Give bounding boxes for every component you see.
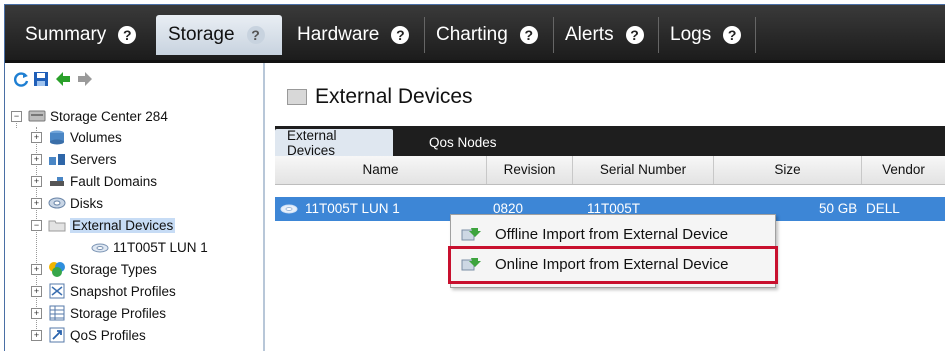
tab-label: Qos Nodes [429, 135, 497, 150]
column-header-serial-number[interactable]: Serial Number [573, 156, 714, 184]
tab-label: External Devices [287, 127, 337, 158]
content-pane: External Devices External Devices Qos No… [265, 63, 945, 351]
expand-icon[interactable]: + [31, 329, 42, 341]
tree-item-lun[interactable]: 11T005T LUN 1 [91, 237, 208, 257]
tab-charting[interactable]: Charting ? [424, 15, 552, 55]
collapse-icon[interactable]: − [11, 110, 22, 122]
help-icon[interactable]: ? [625, 26, 644, 44]
save-icon[interactable] [33, 71, 49, 87]
folder-icon [287, 89, 307, 105]
tab-separator [755, 17, 756, 53]
tree-label: Volumes [70, 129, 122, 145]
tree-item-storage-types[interactable]: + Storage Types [31, 259, 157, 279]
tree-label: 11T005T LUN 1 [113, 239, 208, 255]
tab-summary-label: Summary [25, 24, 107, 45]
disks-icon [48, 197, 66, 209]
cell-vendor: DELL [866, 201, 900, 216]
back-arrow-icon[interactable] [55, 71, 71, 87]
tab-external-devices[interactable]: External Devices [275, 127, 393, 158]
navigation-tree-pane: − Storage Center 284 + Volumes + Servers… [5, 63, 265, 351]
folder-icon [48, 220, 66, 232]
column-header-size[interactable]: Size [714, 156, 862, 184]
tab-alerts[interactable]: Alerts ? [553, 15, 657, 55]
help-icon[interactable]: ? [723, 26, 742, 44]
column-header-revision[interactable]: Revision [487, 156, 573, 184]
import-icon [461, 228, 481, 241]
tree-item-fault-domains[interactable]: + Fault Domains [31, 171, 157, 191]
page-title-text: External Devices [315, 85, 473, 108]
qos-profiles-icon [49, 327, 65, 343]
tab-qos-nodes[interactable]: Qos Nodes [417, 129, 509, 156]
top-tab-bar: Summary ? Storage ? Hardware ? Charting … [5, 5, 945, 63]
table-header: Name Revision Serial Number Size Vendor [275, 156, 945, 185]
tree-item-snapshot-profiles[interactable]: + Snapshot Profiles [31, 281, 176, 301]
tab-alerts-label: Alerts [565, 24, 614, 45]
tab-logs-label: Logs [670, 24, 712, 45]
tree-label: External Devices [70, 217, 176, 233]
storage-center-icon [28, 110, 46, 122]
annotation-highlight-box [448, 246, 778, 284]
tree-label: Storage Profiles [70, 305, 167, 321]
tree-label: Fault Domains [70, 173, 158, 189]
tab-storage-label: Storage [168, 24, 235, 45]
menu-item-label: Offline Import from External Device [495, 225, 729, 243]
lun-disk-icon [280, 204, 298, 214]
tree-label: QoS Profiles [70, 327, 146, 343]
tree-item-storage-profiles[interactable]: + Storage Profiles [31, 303, 166, 323]
tab-hardware[interactable]: Hardware ? [285, 15, 421, 55]
tree-item-volumes[interactable]: + Volumes [31, 127, 122, 147]
cell-size: 50 GB [819, 201, 858, 216]
subtab-bar: External Devices Qos Nodes [275, 126, 945, 158]
column-header-name[interactable]: Name [275, 156, 487, 184]
tab-storage[interactable]: Storage ? [156, 15, 282, 55]
storage-profiles-icon [49, 305, 65, 321]
tree-item-qos-profiles[interactable]: + QoS Profiles [31, 325, 146, 345]
servers-icon [49, 154, 65, 165]
fault-domains-icon [50, 177, 64, 186]
tab-charting-label: Charting [436, 24, 508, 45]
page-title: External Devices [287, 85, 473, 109]
tree-label: Snapshot Profiles [70, 283, 176, 299]
tree-item-servers[interactable]: + Servers [31, 149, 117, 169]
tree-root-storage-center[interactable]: − Storage Center 284 [11, 106, 168, 126]
expand-icon[interactable]: + [31, 175, 42, 187]
collapse-icon[interactable]: − [31, 219, 42, 231]
expand-icon[interactable]: + [31, 131, 42, 143]
help-icon[interactable]: ? [246, 26, 265, 44]
tree-label: Disks [70, 195, 103, 211]
tree-label: Storage Center 284 [50, 108, 168, 124]
help-icon[interactable]: ? [519, 26, 538, 44]
forward-arrow-icon[interactable] [77, 71, 93, 87]
expand-icon[interactable]: + [31, 263, 42, 275]
menu-item-offline-import[interactable]: Offline Import from External Device [451, 221, 775, 247]
help-icon[interactable]: ? [118, 26, 137, 44]
refresh-icon[interactable] [13, 71, 29, 87]
volumes-icon [50, 130, 64, 145]
expand-icon[interactable]: + [31, 197, 42, 209]
tree-label: Servers [70, 151, 117, 167]
storage-types-icon [49, 262, 65, 277]
snapshot-profiles-icon [49, 283, 65, 299]
tree-item-disks[interactable]: + Disks [31, 193, 103, 213]
lun-disk-icon [91, 243, 109, 253]
expand-icon[interactable]: + [31, 285, 42, 297]
column-header-vendor[interactable]: Vendor [862, 156, 945, 184]
cell-name: 11T005T LUN 1 [305, 201, 400, 216]
tab-summary[interactable]: Summary ? [13, 15, 153, 55]
expand-icon[interactable]: + [31, 307, 42, 319]
expand-icon[interactable]: + [31, 153, 42, 165]
tab-hardware-label: Hardware [297, 24, 380, 45]
tree-label: Storage Types [70, 261, 157, 277]
tab-logs[interactable]: Logs ? [658, 15, 754, 55]
help-icon[interactable]: ? [391, 26, 410, 44]
tree-item-external-devices[interactable]: − External Devices [31, 215, 176, 235]
